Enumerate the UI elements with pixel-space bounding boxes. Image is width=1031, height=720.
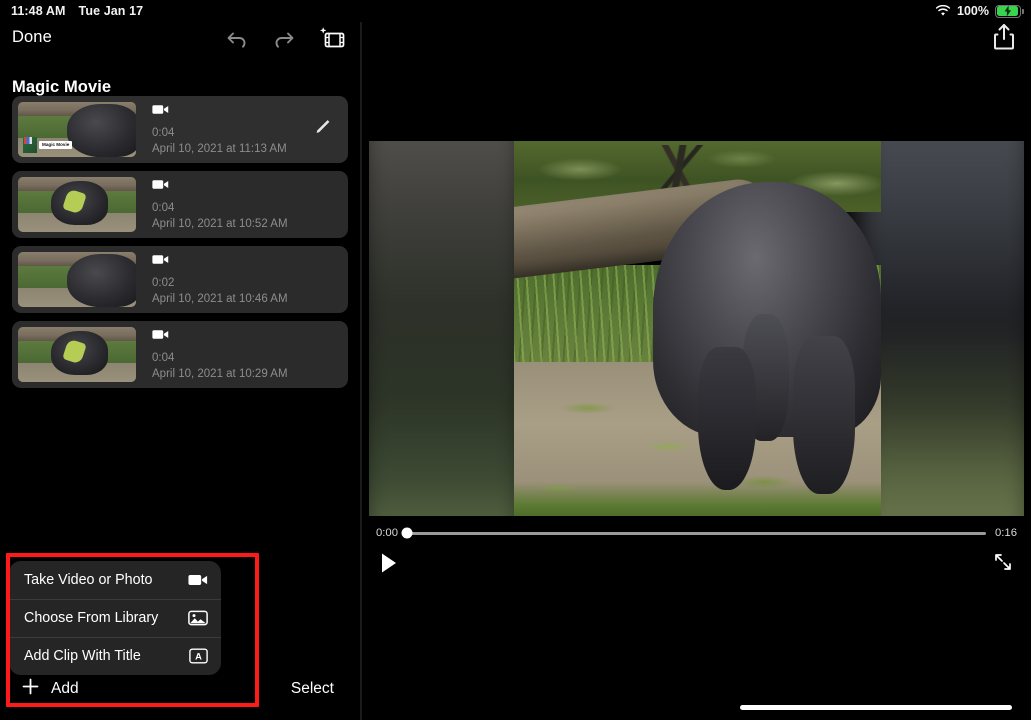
clip-metadata: 0:02 April 10, 2021 at 10:46 AM <box>152 253 288 306</box>
clip-date: April 10, 2021 at 10:46 AM <box>152 292 288 306</box>
status-bar: 11:48 AM Tue Jan 17 100% <box>0 0 1031 22</box>
menu-item-label: Add Clip With Title <box>24 648 141 664</box>
clip-thumbnail <box>18 327 136 382</box>
video-viewer-panel: 0:00 0:16 <box>362 22 1031 720</box>
add-menu-popup: Take Video or Photo Choose From Library Ad… <box>9 561 241 675</box>
ipad-screen: 11:48 AM Tue Jan 17 100% Done <box>0 0 1031 720</box>
video-camera-icon <box>152 253 288 271</box>
playhead-handle[interactable] <box>402 528 413 539</box>
clip-thumbnail <box>18 252 136 307</box>
status-bar-right: 100% <box>935 4 1021 18</box>
blurred-pillarbox-left <box>369 141 527 516</box>
clip-row[interactable]: Magic Movie 0:04 April 10, 2021 at 11:13 A… <box>12 96 348 163</box>
add-button[interactable]: Add <box>22 678 79 700</box>
clip-date: April 10, 2021 at 10:29 AM <box>152 367 288 381</box>
video-camera-icon <box>188 571 208 589</box>
clip-row[interactable]: 0:02 April 10, 2021 at 10:46 AM <box>12 246 348 313</box>
status-bar-left: 11:48 AM Tue Jan 17 <box>11 4 143 18</box>
battery-charging-icon <box>995 5 1021 18</box>
select-button[interactable]: Select <box>291 680 334 698</box>
scrubber-row: 0:00 0:16 <box>376 521 1017 545</box>
clip-list: Magic Movie 0:04 April 10, 2021 at 11:13 A… <box>0 96 360 396</box>
blurred-pillarbox-right <box>857 141 1024 516</box>
magic-movie-filmstrip-icon[interactable] <box>318 26 346 52</box>
menu-item-label: Choose From Library <box>24 610 158 626</box>
title-flag-icon <box>23 137 37 153</box>
video-camera-icon <box>152 103 287 121</box>
clip-title-overlay: Magic Movie <box>23 137 72 153</box>
home-indicator <box>740 705 1012 710</box>
undo-icon[interactable] <box>224 28 250 50</box>
video-frame <box>514 141 881 516</box>
player-button-row <box>380 552 1013 578</box>
menu-item-choose-from-library[interactable]: Choose From Library <box>9 599 221 637</box>
page-title: Magic Movie <box>12 78 111 97</box>
clip-duration: 0:02 <box>152 276 288 290</box>
add-button-label: Add <box>51 680 79 698</box>
video-camera-icon <box>152 328 288 346</box>
plus-icon <box>22 678 39 700</box>
clip-metadata: 0:04 April 10, 2021 at 10:52 AM <box>152 178 288 231</box>
redo-icon[interactable] <box>271 28 297 50</box>
status-date: Tue Jan 17 <box>79 4 144 18</box>
clip-duration: 0:04 <box>152 201 288 215</box>
play-icon[interactable] <box>380 552 398 577</box>
clip-thumbnail <box>18 177 136 232</box>
menu-item-take-video-or-photo[interactable]: Take Video or Photo <box>9 561 221 599</box>
clip-thumbnail: Magic Movie <box>18 102 136 157</box>
menu-item-label: Take Video or Photo <box>24 572 153 588</box>
video-preview[interactable] <box>369 141 1024 516</box>
total-time: 0:16 <box>995 527 1017 539</box>
timeline-scrubber[interactable] <box>407 532 986 535</box>
add-menu: Take Video or Photo Choose From Library Ad… <box>9 561 221 675</box>
photo-library-icon <box>188 610 208 626</box>
status-time: 11:48 AM <box>11 4 66 18</box>
clip-title-overlay-label: Magic Movie <box>39 141 72 150</box>
done-button[interactable]: Done <box>12 28 52 47</box>
title-text-icon: A <box>188 648 208 664</box>
clip-duration: 0:04 <box>152 126 287 140</box>
clip-date: April 10, 2021 at 11:13 AM <box>152 142 287 156</box>
clip-row[interactable]: 0:04 April 10, 2021 at 10:52 AM <box>12 171 348 238</box>
fullscreen-expand-icon[interactable] <box>993 552 1013 575</box>
clip-metadata: 0:04 April 10, 2021 at 11:13 AM <box>152 103 287 156</box>
svg-text:A: A <box>195 651 202 662</box>
pencil-icon[interactable] <box>312 117 332 142</box>
battery-percent: 100% <box>957 4 989 18</box>
toolbar-icon-group <box>224 26 346 52</box>
clips-sidebar: Done Magic Movie Magi <box>0 22 360 720</box>
clip-duration: 0:04 <box>152 351 288 365</box>
sidebar-bottom-bar: Add Select <box>0 668 360 720</box>
video-camera-icon <box>152 178 288 196</box>
clip-metadata: 0:04 April 10, 2021 at 10:29 AM <box>152 328 288 381</box>
current-time: 0:00 <box>376 527 398 539</box>
clip-row[interactable]: 0:04 April 10, 2021 at 10:29 AM <box>12 321 348 388</box>
player-controls: 0:00 0:16 <box>369 516 1024 586</box>
share-icon[interactable] <box>992 22 1016 55</box>
editor-toolbar: Done <box>0 22 360 58</box>
wifi-icon <box>935 5 951 17</box>
clip-date: April 10, 2021 at 10:52 AM <box>152 217 288 231</box>
